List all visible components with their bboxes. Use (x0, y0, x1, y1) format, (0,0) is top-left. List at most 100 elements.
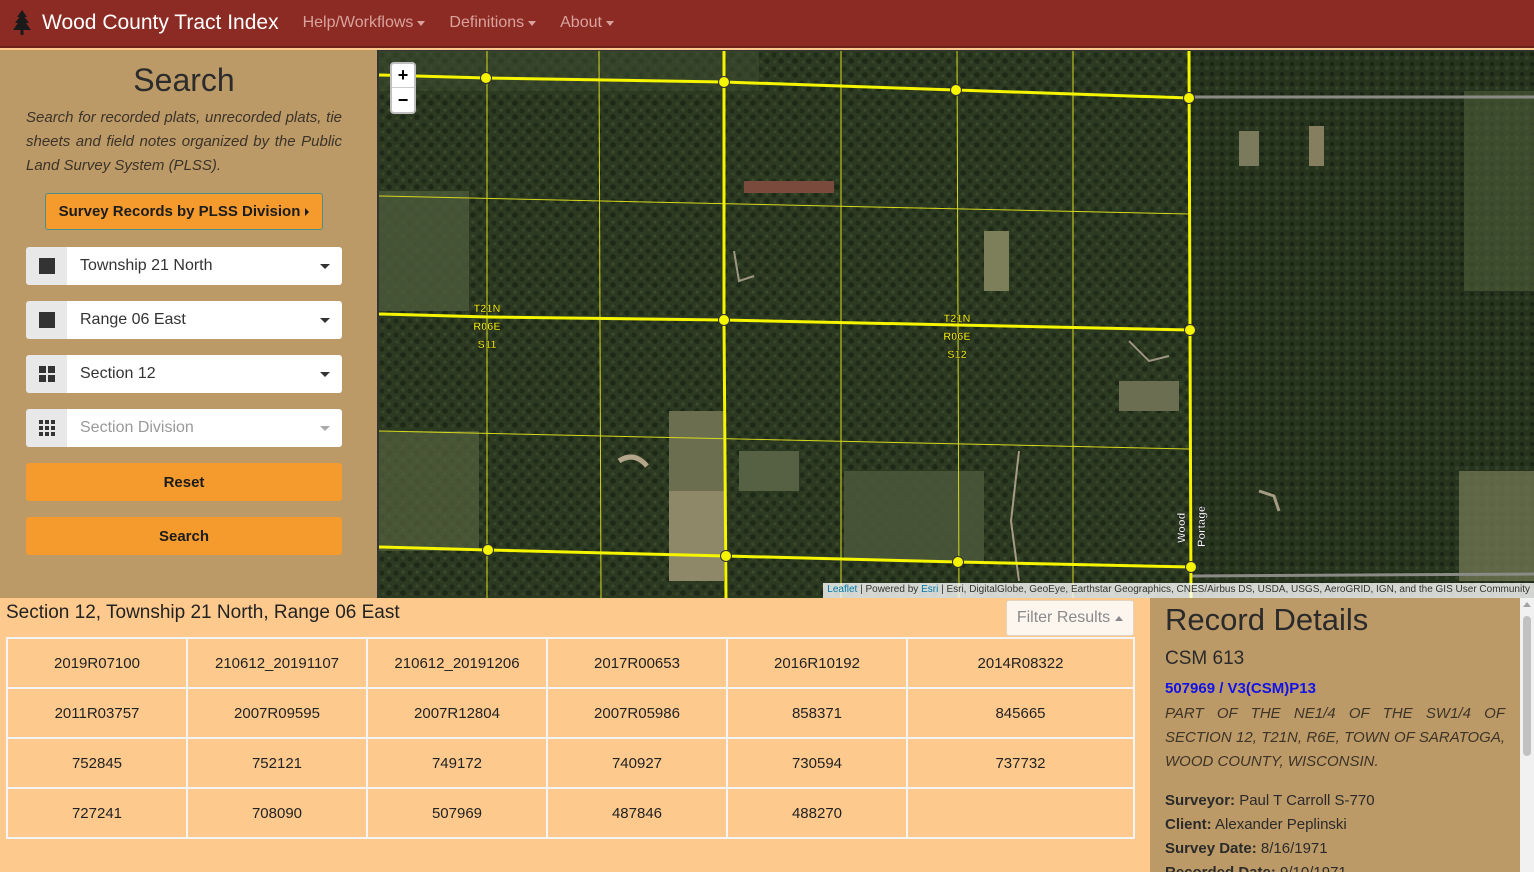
results-panel: Section 12, Township 21 North, Range 06 … (0, 598, 1150, 872)
record-cell[interactable]: 737732 (906, 737, 1135, 789)
map-label-s11-section: S11 (478, 339, 497, 351)
caret-down-icon (320, 425, 330, 431)
record-cell[interactable]: 210612_20191206 (366, 637, 548, 689)
results-title: Section 12, Township 21 North, Range 06 … (6, 602, 400, 623)
record-cell[interactable]: 2007R09595 (186, 687, 368, 739)
record-cell[interactable]: 730594 (726, 737, 908, 789)
survey-date-value: 8/16/1971 (1260, 840, 1328, 857)
township-select[interactable]: Township 21 North (26, 247, 342, 285)
search-description: Search for recorded plats, unrecorded pl… (26, 109, 342, 174)
grid-2x2-icon (38, 366, 55, 382)
record-cell[interactable]: 507969 (366, 787, 548, 839)
table-row: 2011R03757 2007R09595 2007R12804 2007R05986… (6, 687, 1135, 739)
caret-down-icon (417, 20, 426, 26)
section-value: Section 12 (80, 365, 156, 382)
section-division-select[interactable]: Section Division (26, 409, 342, 447)
nav-about[interactable]: About (560, 14, 614, 32)
nav-definitions-label: Definitions (449, 14, 525, 31)
record-cell[interactable]: 2014R08322 (906, 637, 1135, 689)
record-cell[interactable]: 845665 (906, 687, 1135, 739)
nav-help-label: Help/Workflows (302, 14, 414, 31)
details-scrollbar[interactable] (1520, 598, 1534, 872)
record-cell[interactable]: 210612_20191107 (186, 637, 368, 689)
record-cell[interactable]: 2016R10192 (726, 637, 908, 689)
map-label-s11-range: R06E (473, 321, 501, 333)
record-description: PART OF THE NE1/4 OF THE SW1/4 OF SECTIO… (1165, 705, 1505, 770)
caret-down-icon (605, 20, 614, 26)
record-cell[interactable]: 727241 (6, 787, 188, 839)
map-attribution: Leaflet | Powered by Esri | Esri, Digita… (823, 583, 1534, 598)
square-icon (38, 312, 55, 328)
map-road-label-portage: Portage (1196, 506, 1208, 547)
search-panel: Search Search for recorded plats, unreco… (0, 50, 377, 598)
section-select[interactable]: Section 12 (26, 355, 342, 393)
range-select[interactable]: Range 06 East (26, 301, 342, 339)
nav-about-label: About (560, 14, 602, 31)
recorded-date-field: Recorded Date: 9/10/1971 (1165, 864, 1347, 872)
record-cell[interactable]: 749172 (366, 737, 548, 789)
range-value: Range 06 East (80, 311, 186, 328)
section-icon-box (26, 355, 67, 393)
reset-button[interactable]: Reset (26, 463, 342, 501)
navbar: Wood County Tract Index Help/Workflows D… (0, 0, 1534, 48)
caret-right-icon (305, 207, 310, 216)
caret-up-icon (1115, 615, 1124, 621)
client-value: Alexander Peplinski (1215, 816, 1347, 833)
survey-date-label: Survey Date: (1165, 840, 1257, 857)
record-cell[interactable]: 858371 (726, 687, 908, 739)
recorded-date-value: 9/10/1971 (1280, 864, 1347, 872)
map[interactable]: T21N R06E S11 T21N R06E S12 Wood Portage… (377, 50, 1534, 598)
record-cell[interactable]: 708090 (186, 787, 368, 839)
attribution-separator: | Powered by (857, 584, 922, 595)
zoom-out-button[interactable]: − (392, 88, 414, 112)
filter-results-label: Filter Results (1016, 609, 1111, 626)
search-button[interactable]: Search (26, 517, 342, 555)
caret-down-icon (320, 317, 330, 323)
record-cell[interactable]: 488270 (726, 787, 908, 839)
plss-division-label: Survey Records by PLSS Division (58, 203, 301, 220)
nav-definitions[interactable]: Definitions (449, 14, 537, 32)
leaflet-link[interactable]: Leaflet (827, 584, 857, 595)
brand-title: Wood County Tract Index (42, 11, 279, 34)
record-cell[interactable]: 2017R00653 (546, 637, 728, 689)
surveyor-field: Surveyor: Paul T Carroll S-770 (1165, 792, 1375, 809)
record-cell[interactable]: 2019R07100 (6, 637, 188, 689)
plss-division-button[interactable]: Survey Records by PLSS Division (45, 193, 323, 230)
map-label-s12-section: S12 (947, 349, 967, 361)
table-row: 727241 708090 507969 487846 488270 (6, 787, 1135, 839)
record-details-title: Record Details (1165, 602, 1369, 637)
division-icon-box (26, 409, 67, 447)
section-division-placeholder: Section Division (80, 419, 194, 436)
nav-help-workflows[interactable]: Help/Workflows (303, 14, 426, 32)
record-cell[interactable]: 2007R05986 (546, 687, 728, 739)
aerial-map[interactable]: T21N R06E S11 T21N R06E S12 Wood Portage (379, 51, 1534, 598)
zoom-in-button[interactable]: + (392, 64, 414, 88)
surveyor-label: Surveyor: (1165, 792, 1236, 809)
township-value: Township 21 North (80, 257, 213, 274)
caret-down-icon (320, 263, 330, 269)
township-icon-box (26, 247, 67, 285)
record-cell[interactable]: 2011R03757 (6, 687, 188, 739)
search-title: Search (133, 62, 235, 98)
brand[interactable]: Wood County Tract Index (10, 9, 279, 37)
client-label: Client: (1165, 816, 1212, 833)
scroll-up-arrow-icon[interactable] (1523, 602, 1531, 607)
map-road-label-wood: Wood (1176, 513, 1188, 543)
record-cell[interactable]: 752845 (6, 737, 188, 789)
caret-down-icon (320, 371, 330, 377)
filter-results-button[interactable]: Filter Results (1006, 600, 1134, 636)
results-table: 2019R07100 210612_20191107 210612_20191206… (6, 637, 1135, 839)
record-cell[interactable]: 487846 (546, 787, 728, 839)
record-cell[interactable]: 740927 (546, 737, 728, 789)
record-cell[interactable]: 2007R12804 (366, 687, 548, 739)
range-icon-box (26, 301, 67, 339)
table-row: 752845 752121 749172 740927 730594 737732 (6, 737, 1135, 789)
record-cell[interactable]: 752121 (186, 737, 368, 789)
record-subtitle: CSM 613 (1165, 648, 1245, 669)
square-icon (38, 258, 55, 274)
scrollbar-thumb[interactable] (1523, 616, 1531, 756)
esri-link[interactable]: Esri (921, 584, 938, 595)
surveyor-value: Paul T Carroll S-770 (1239, 792, 1375, 809)
table-row: 2019R07100 210612_20191107 210612_20191206… (6, 637, 1135, 689)
record-document-link[interactable]: 507969 / V3(CSM)P13 (1165, 680, 1316, 697)
